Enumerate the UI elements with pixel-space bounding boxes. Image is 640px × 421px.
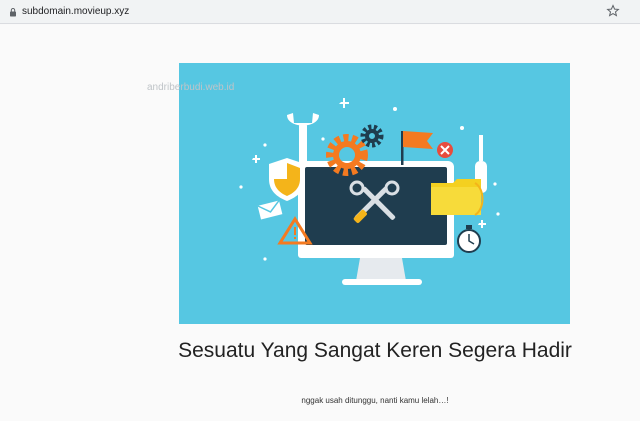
page-subtitle: nggak usah ditunggu, nanti kamu lelah…! [301, 396, 449, 405]
close-icon [437, 142, 453, 158]
page-title: Sesuatu Yang Sangat Keren Segera Hadir [178, 339, 572, 362]
envelope-icon [257, 200, 283, 220]
clock-icon [457, 225, 481, 253]
lock-icon[interactable] [8, 7, 18, 17]
watermark-text: andriberbudi.web.id [147, 82, 235, 93]
folder-icon [431, 179, 484, 216]
monitor-icon [298, 161, 454, 285]
wrench-icon [287, 113, 319, 167]
page-body: andriberbudi.web.id Sesuatu Yang Sangat … [0, 25, 640, 421]
address-bar[interactable]: subdomain.movieup.xyz [0, 0, 640, 24]
bookmark-star-icon[interactable] [606, 4, 620, 18]
url-text[interactable]: subdomain.movieup.xyz [22, 6, 129, 17]
hero-illustration [179, 63, 570, 324]
flag-icon [401, 131, 433, 165]
